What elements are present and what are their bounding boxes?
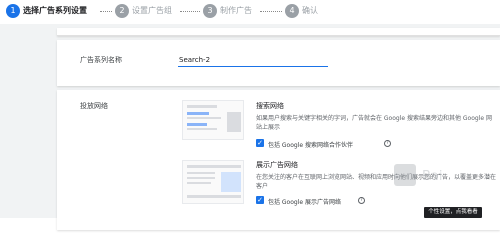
- watermark-logo: Bai: [394, 164, 443, 186]
- display-network-preview-image: [182, 160, 244, 204]
- step-4-number[interactable]: 4: [285, 4, 299, 18]
- campaign-name-label: 广告系列名称: [80, 56, 122, 64]
- search-network-description: 如果用户搜索与关键字相关的字词，广告就会在 Google 搜索结果旁边和其他 G…: [256, 115, 492, 131]
- search-network-title: 搜索网络: [256, 102, 284, 110]
- step-4-label[interactable]: 确认: [302, 6, 318, 16]
- search-partners-checkbox-label[interactable]: 包括 Google 搜索网络合作伙伴: [268, 140, 353, 149]
- display-network-checkbox[interactable]: ✓: [256, 196, 264, 204]
- help-circle-icon[interactable]: ?: [358, 197, 365, 204]
- help-circle-icon[interactable]: ?: [384, 140, 391, 147]
- step-3-number[interactable]: 3: [203, 4, 217, 18]
- search-partners-checkbox[interactable]: ✓: [256, 139, 264, 147]
- networks-label: 投放网络: [80, 102, 108, 110]
- step-connector: [100, 11, 112, 12]
- step-1-label[interactable]: 选择广告系列设置: [23, 6, 87, 16]
- step-2-number[interactable]: 2: [115, 4, 129, 18]
- search-network-preview-image: [182, 100, 244, 140]
- display-network-checkbox-label[interactable]: 包括 Google 展示广告网络: [268, 197, 341, 206]
- svg-text:Bai: Bai: [422, 169, 443, 184]
- step-2-label[interactable]: 设置广告组: [132, 6, 172, 16]
- campaign-name-input[interactable]: [178, 53, 328, 67]
- check-icon: ✓: [257, 196, 263, 204]
- display-network-title: 展示广告网络: [256, 161, 298, 169]
- tooltip[interactable]: 个性设置，点我看看: [424, 207, 482, 218]
- step-connector: [260, 11, 282, 12]
- step-1-number[interactable]: 1: [6, 4, 20, 18]
- check-icon: ✓: [257, 139, 263, 147]
- campaign-stepper: 1 选择广告系列设置 2 设置广告组 3 制作广告 4 确认: [0, 0, 500, 24]
- step-connector: [180, 11, 200, 12]
- step-3-label[interactable]: 制作广告: [220, 6, 252, 16]
- previous-section-card: [57, 28, 500, 36]
